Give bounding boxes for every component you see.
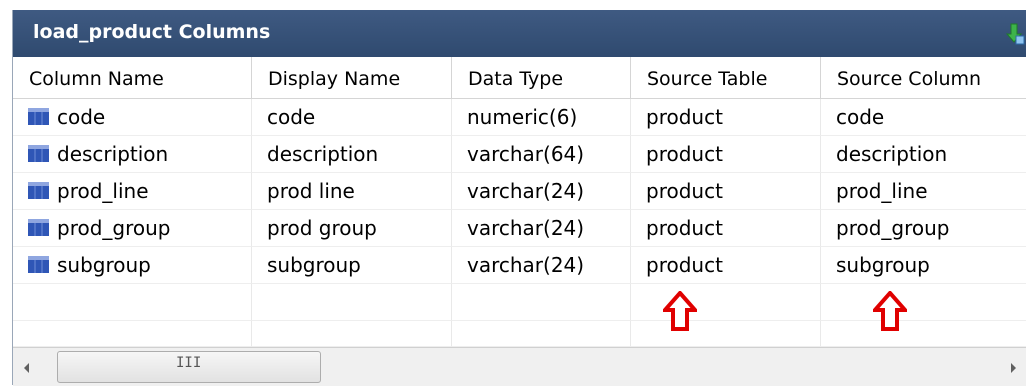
table-column-icon — [28, 256, 49, 273]
source-column-cell: prod_line — [821, 173, 1026, 210]
source-table-cell: product — [631, 99, 821, 136]
data-type-cell: numeric(6) — [452, 99, 631, 136]
table-column-icon — [28, 145, 49, 162]
column-name-text: description — [57, 142, 169, 166]
empty-cell — [13, 284, 252, 321]
up-arrow-annotation-icon — [873, 291, 907, 331]
empty-cell — [452, 284, 631, 321]
up-arrow-annotation-icon — [663, 291, 697, 331]
empty-cell — [821, 321, 1026, 347]
source-column-cell: description — [821, 136, 1026, 173]
table-row[interactable]: code code numeric(6) product code — [13, 99, 1026, 136]
empty-cell — [252, 321, 452, 347]
horizontal-scrollbar[interactable]: III — [13, 347, 1026, 386]
column-name-text: prod_line — [57, 179, 149, 203]
display-name-cell: code — [252, 99, 452, 136]
source-column-cell: subgroup — [821, 247, 1026, 284]
empty-cell — [821, 284, 1026, 321]
source-table-cell: product — [631, 210, 821, 247]
table-row[interactable]: subgroup subgroup varchar(24) product su… — [13, 247, 1026, 284]
source-column-cell: prod_group — [821, 210, 1026, 247]
column-header-column-name[interactable]: Column Name — [13, 57, 252, 99]
table-column-icon — [28, 108, 49, 125]
scrollbar-grip: III — [176, 355, 202, 371]
empty-cell — [13, 321, 252, 347]
display-name-cell: prod line — [252, 173, 452, 210]
panel-title: load_product Columns — [33, 21, 271, 43]
column-name-cell: code — [13, 99, 252, 136]
column-header-data-type[interactable]: Data Type — [452, 57, 631, 99]
column-header-display-name[interactable]: Display Name — [252, 57, 452, 99]
scroll-left-icon[interactable] — [19, 360, 35, 376]
source-column-cell: code — [821, 99, 1026, 136]
column-name-text: subgroup — [57, 253, 151, 277]
column-name-cell: prod_line — [13, 173, 252, 210]
panel-titlebar: load_product Columns — [13, 10, 1026, 57]
source-table-cell: product — [631, 136, 821, 173]
column-name-cell: prod_group — [13, 210, 252, 247]
column-name-cell: subgroup — [13, 247, 252, 284]
source-table-cell: product — [631, 247, 821, 284]
scroll-right-icon[interactable] — [1005, 360, 1021, 376]
table-column-icon — [28, 182, 49, 199]
empty-cell — [631, 321, 821, 347]
empty-cell — [631, 284, 821, 321]
column-name-text: prod_group — [57, 216, 171, 240]
column-header-source-column[interactable]: Source Column — [821, 57, 1026, 99]
data-type-cell: varchar(24) — [452, 173, 631, 210]
pin-icon[interactable] — [1003, 22, 1025, 46]
data-type-cell: varchar(24) — [452, 247, 631, 284]
table-column-icon — [28, 219, 49, 236]
display-name-cell: description — [252, 136, 452, 173]
table-row[interactable]: description description varchar(64) prod… — [13, 136, 1026, 173]
table-row[interactable]: prod_line prod line varchar(24) product … — [13, 173, 1026, 210]
column-name-text: code — [57, 105, 106, 129]
table-row[interactable]: prod_group prod group varchar(24) produc… — [13, 210, 1026, 247]
columns-panel: load_product Columns Column Name Display… — [12, 10, 1026, 386]
scrollbar-thumb[interactable]: III — [57, 351, 321, 383]
empty-cell — [452, 321, 631, 347]
data-type-cell: varchar(24) — [452, 210, 631, 247]
display-name-cell: subgroup — [252, 247, 452, 284]
empty-cell — [252, 284, 452, 321]
source-table-cell: product — [631, 173, 821, 210]
data-type-cell: varchar(64) — [452, 136, 631, 173]
column-name-cell: description — [13, 136, 252, 173]
display-name-cell: prod group — [252, 210, 452, 247]
columns-grid: Column Name Display Name Data Type Sourc… — [13, 57, 1026, 347]
column-header-source-table[interactable]: Source Table — [631, 57, 821, 99]
